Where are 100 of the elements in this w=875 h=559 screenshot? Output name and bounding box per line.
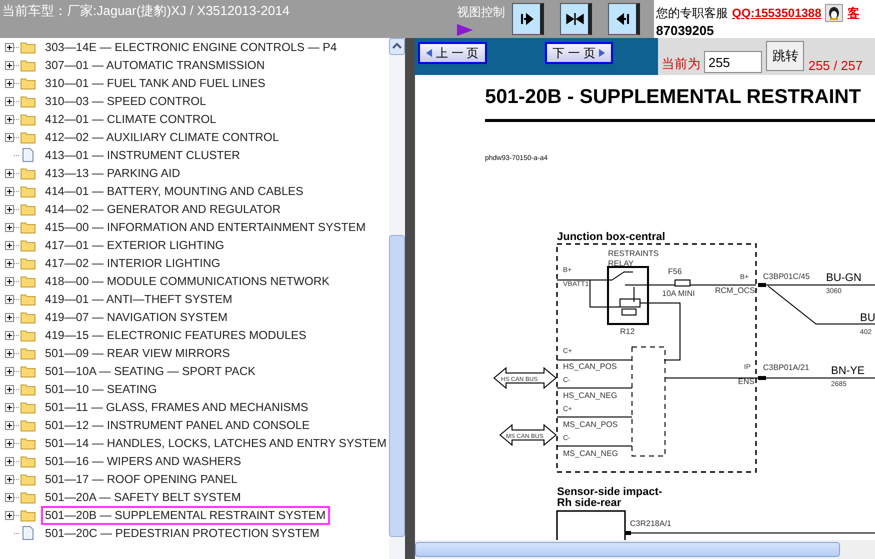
tree-item[interactable]: 501—10A — SEATING — SPORT PACK <box>41 362 260 380</box>
arrow-left-icon <box>426 49 432 57</box>
expand-icon[interactable] <box>5 168 14 178</box>
expand-icon[interactable] <box>5 114 14 124</box>
tree-item[interactable]: 310—03 — SPEED CONTROL <box>41 92 210 110</box>
tree-item[interactable]: 501—20A — SAFETY BELT SYSTEM <box>41 488 245 506</box>
diagram-label: 10A MINI <box>662 289 695 298</box>
folder-icon <box>20 40 36 54</box>
tree-item[interactable]: 415—00 — INFORMATION AND ENTERTAINMENT SYSTEM <box>41 218 370 236</box>
view-button[interactable] <box>608 3 640 35</box>
diagram-label: C3BP01C/45 <box>763 272 810 281</box>
double-arrow <box>499 424 557 446</box>
folder-icon <box>20 58 36 72</box>
page-input[interactable]: 255 <box>704 51 762 73</box>
expand-icon[interactable] <box>5 60 14 70</box>
tree-item[interactable]: 412—01 — CLIMATE CONTROL <box>41 110 220 128</box>
tree-item[interactable]: 419—01 — ANTI—THEFT SYSTEM <box>41 290 236 308</box>
diagram-label: C3BP01A/21 <box>763 363 810 372</box>
tree-item[interactable]: 501—11 — GLASS, FRAMES AND MECHANISMS <box>41 398 312 416</box>
folder-icon <box>20 454 36 468</box>
folder-icon <box>20 292 36 306</box>
view-button[interactable] <box>512 3 544 35</box>
tree-item[interactable]: 417—02 — INTERIOR LIGHTING <box>41 254 224 272</box>
folder-icon <box>20 310 36 324</box>
vehicle-title: 当前车型：厂家:Jaguar(捷豹)XJ / X3512013-2014 <box>1 2 291 20</box>
expand-icon[interactable] <box>5 402 14 412</box>
page-count: 255 / 257 <box>808 58 863 73</box>
expand-icon[interactable] <box>5 204 14 214</box>
diagram-label: HS_CAN_POS <box>563 362 617 371</box>
tree-item[interactable]: 307—01 — AUTOMATIC TRANSMISSION <box>41 56 269 74</box>
expand-icon[interactable] <box>5 294 14 304</box>
expand-icon[interactable] <box>5 510 14 520</box>
folder-icon <box>20 130 36 144</box>
vertical-scrollbar[interactable] <box>389 38 405 559</box>
expand-icon[interactable] <box>5 96 14 106</box>
expand-icon[interactable] <box>5 366 14 376</box>
folder-icon <box>20 112 36 126</box>
arrow-left-icon <box>616 12 630 26</box>
view-button[interactable] <box>560 3 592 35</box>
diagram-label: BN-YE <box>831 365 865 377</box>
diagram-label: ENS <box>738 377 754 386</box>
expand-icon[interactable] <box>5 348 14 358</box>
expand-icon[interactable] <box>5 186 14 196</box>
expand-icon[interactable] <box>5 258 14 268</box>
tree-item[interactable]: 418—00 — MODULE COMMUNICATIONS NETWORK <box>41 272 334 290</box>
diagram-label: F56 <box>668 267 682 276</box>
expand-icon[interactable] <box>5 456 14 466</box>
expand-icon[interactable] <box>5 240 14 250</box>
folder-icon <box>20 238 36 252</box>
tree-item[interactable]: 501—20B — SUPPLEMENTAL RESTRAINT SYSTEM <box>41 506 330 524</box>
expand-icon[interactable] <box>5 420 14 430</box>
arrow-right-icon <box>520 12 534 26</box>
folder-icon <box>20 472 36 486</box>
tree-item[interactable]: 417—01 — EXTERIOR LIGHTING <box>41 236 228 254</box>
folder-icon <box>20 400 36 414</box>
folder-icon <box>20 436 36 450</box>
arrows-inward-icon <box>566 12 584 26</box>
expand-icon[interactable] <box>5 132 14 142</box>
expand-icon[interactable] <box>5 42 14 52</box>
previous-page-button[interactable]: 上 一 页 <box>418 42 487 64</box>
expand-icon[interactable] <box>5 474 14 484</box>
expand-icon[interactable] <box>5 276 14 286</box>
tree-item[interactable]: 413—01 — INSTRUMENT CLUSTER <box>41 146 244 164</box>
horizontal-scrollbar[interactable] <box>415 540 875 559</box>
tree-item[interactable]: 414—01 — BATTERY, MOUNTING AND CABLES <box>41 182 308 200</box>
current-page-label: 当前为 <box>661 55 700 73</box>
tree-item[interactable]: 501—10 — SEATING <box>41 380 161 398</box>
tree-item[interactable]: 501—12 — INSTRUMENT PANEL AND CONSOLE <box>41 416 314 434</box>
expand-icon[interactable] <box>5 312 14 322</box>
tree-item[interactable]: 303—14E — ELECTRONIC ENGINE CONTROLS — P4 <box>41 38 341 56</box>
tree-item[interactable]: 310—01 — FUEL TANK AND FUEL LINES <box>41 74 270 92</box>
tree-item[interactable]: 414—02 — GENERATOR AND REGULATOR <box>41 200 285 218</box>
folder-icon <box>20 382 36 396</box>
diagram-label: C3R218A/1 <box>630 519 672 528</box>
tree-item[interactable]: 501—16 — WIPERS AND WASHERS <box>41 452 246 470</box>
tree-item[interactable]: 419—15 — ELECTRONIC FEATURES MODULES <box>41 326 310 344</box>
tree-item[interactable]: 501—17 — ROOF OPENING PANEL <box>41 470 242 488</box>
expand-icon[interactable] <box>5 78 14 88</box>
go-button[interactable]: 跳转 <box>766 40 804 70</box>
scroll-up-icon[interactable] <box>389 38 405 55</box>
tree-item[interactable]: 501—14 — HANDLES, LOCKS, LATCHES AND ENTRY SYSTEM <box>41 434 389 452</box>
expand-icon[interactable] <box>5 330 14 340</box>
diagram-label: RELAY <box>608 259 634 268</box>
qq-link[interactable]: QQ:1553501388 <box>732 4 822 22</box>
expand-icon[interactable] <box>5 384 14 394</box>
folder-icon <box>20 490 36 504</box>
next-page-button[interactable]: 下 一 页 <box>544 42 614 64</box>
double-arrow <box>493 366 557 390</box>
folder-icon <box>20 256 36 270</box>
expand-icon[interactable] <box>5 438 14 448</box>
folder-icon <box>20 418 36 432</box>
expand-icon[interactable] <box>5 222 14 232</box>
tree-item[interactable]: 501—09 — REAR VIEW MIRRORS <box>41 344 234 362</box>
tree-item[interactable]: 419—07 — NAVIGATION SYSTEM <box>41 308 232 326</box>
expand-icon[interactable] <box>5 492 14 502</box>
support-link[interactable]: 客 <box>847 4 860 22</box>
folder-icon <box>20 346 36 360</box>
tree-item[interactable]: 412—02 — AUXILIARY CLIMATE CONTROL <box>41 128 283 146</box>
tree-item[interactable]: 501—20C — PEDESTRIAN PROTECTION SYSTEM <box>41 524 324 542</box>
tree-item[interactable]: 413—13 — PARKING AID <box>41 164 184 182</box>
